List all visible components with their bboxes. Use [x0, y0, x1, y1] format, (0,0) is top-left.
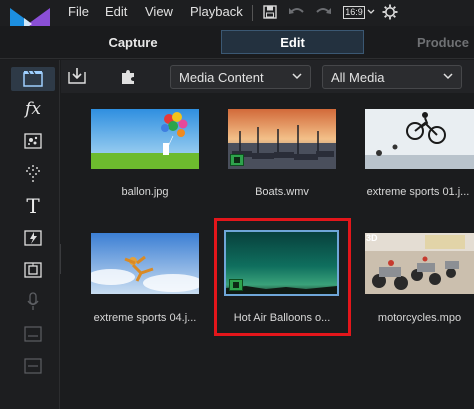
save-icon[interactable]: [262, 3, 278, 21]
room-toolbar: fx T: [0, 60, 60, 409]
tab-capture[interactable]: Capture: [82, 30, 184, 54]
aspect-ratio-button[interactable]: 16:9: [342, 3, 376, 21]
tab-produce[interactable]: Produce: [403, 30, 474, 54]
fx-icon[interactable]: fx: [11, 97, 55, 121]
particle-icon[interactable]: [11, 129, 55, 153]
tab-edit[interactable]: Edit: [221, 30, 364, 54]
menu-file[interactable]: File: [68, 4, 89, 19]
menu-separator: [252, 5, 253, 21]
menu-playback[interactable]: Playback: [190, 4, 243, 19]
media-thumbnail-boats[interactable]: [228, 109, 336, 169]
media-thumbnail-motorcycles[interactable]: [365, 233, 474, 294]
media-caption: Boats.wmv: [255, 186, 309, 198]
media-caption: motorcycles.mpo: [377, 312, 462, 324]
audio-mixing-icon[interactable]: [11, 354, 55, 378]
import-media-icon[interactable]: [66, 66, 88, 86]
microphone-icon[interactable]: [11, 290, 55, 314]
chevron-down-icon: [443, 73, 453, 80]
media-thumbnail-extreme-sports-01[interactable]: [365, 109, 474, 169]
media-content-dropdown-label: Media Content: [179, 69, 264, 85]
media-caption: extreme sports 01.j...: [366, 186, 470, 198]
pip-icon[interactable]: [11, 226, 55, 250]
title-icon[interactable]: T: [11, 194, 55, 218]
media-caption: ballon.jpg: [121, 186, 169, 198]
menu-edit[interactable]: Edit: [105, 4, 127, 19]
chevron-down-icon: [367, 9, 375, 14]
media-content-dropdown[interactable]: Media Content: [170, 65, 311, 89]
media-thumbnail-ballon[interactable]: [91, 109, 199, 169]
aspect-ratio-icon: 16:9: [343, 5, 365, 19]
menu-bar: File Edit View Playback 16:9: [0, 0, 474, 40]
chapter-icon[interactable]: [11, 258, 55, 282]
transition-icon[interactable]: [11, 162, 55, 186]
mode-bar: Capture Edit Produce: [0, 26, 474, 59]
subtitle-icon[interactable]: [11, 322, 55, 346]
media-thumbnail-extreme-sports-04[interactable]: [91, 233, 199, 294]
settings-gear-icon[interactable]: [381, 3, 399, 21]
plugins-puzzle-icon[interactable]: [117, 66, 139, 86]
3d-badge: 3D: [366, 233, 378, 243]
chevron-down-icon: [292, 73, 302, 80]
media-filter-dropdown[interactable]: All Media: [322, 65, 462, 89]
redo-icon[interactable]: [313, 3, 333, 21]
media-room-icon[interactable]: [11, 67, 55, 91]
undo-icon[interactable]: [287, 3, 307, 21]
selection-highlight: [214, 218, 351, 336]
media-caption: extreme sports 04.j...: [93, 312, 197, 324]
video-badge-icon: [230, 154, 244, 166]
menu-view[interactable]: View: [145, 4, 173, 19]
media-filter-dropdown-label: All Media: [331, 69, 385, 85]
